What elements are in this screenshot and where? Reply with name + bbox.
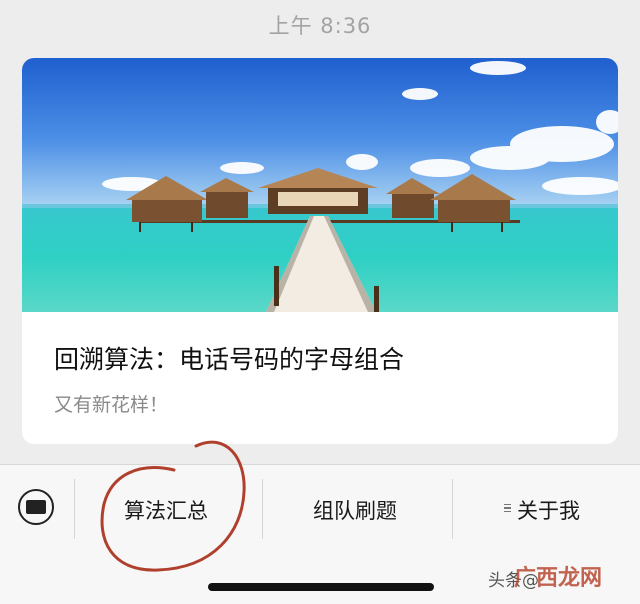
article-card[interactable]: 回溯算法：电话号码的字母组合 又有新花样！ xyxy=(22,58,618,444)
menu-item-about-me-label: 关于我 xyxy=(517,499,580,523)
menu-divider xyxy=(452,479,453,539)
menu-hamburger-icon xyxy=(504,502,511,515)
menu-item-team-practice[interactable]: 组队刷题 xyxy=(313,495,397,525)
article-subtitle: 又有新花样！ xyxy=(54,394,169,416)
menu-divider xyxy=(262,479,263,539)
article-cover-image xyxy=(22,58,618,312)
menu-item-about-me[interactable]: 关于我 xyxy=(504,495,580,525)
home-indicator xyxy=(208,583,434,591)
menu-item-algorithm-summary[interactable]: 算法汇总 xyxy=(124,495,208,525)
message-timestamp: 上午 8:36 xyxy=(268,14,372,38)
watermark-logo: 广西龙网 xyxy=(514,566,603,591)
keyboard-icon[interactable] xyxy=(18,489,54,525)
chat-screen: 上午 8:36 回溯算法：电话号码的字母组合 又有新花样！ 算法汇总 组队刷题 … xyxy=(0,0,640,604)
article-title: 回溯算法：电话号码的字母组合 xyxy=(54,345,405,374)
menu-divider xyxy=(74,479,75,539)
